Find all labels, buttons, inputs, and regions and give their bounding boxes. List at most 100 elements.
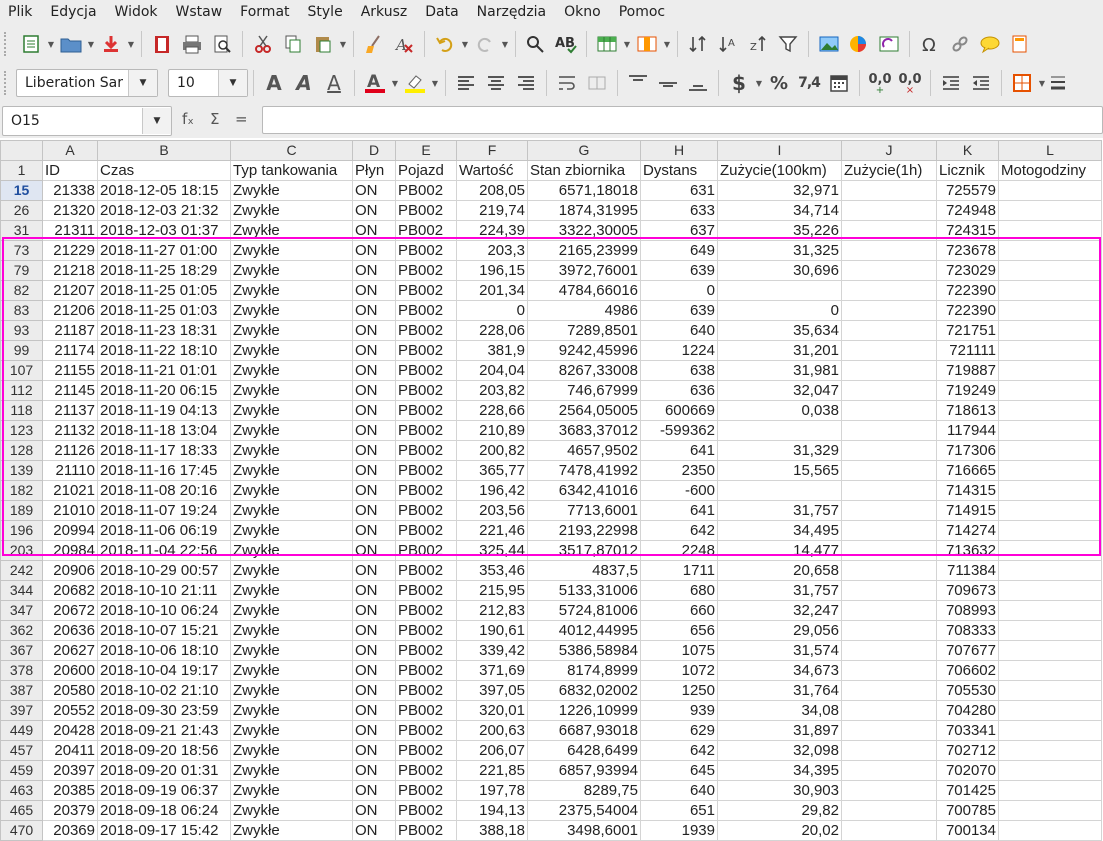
- cell[interactable]: 718613: [936, 400, 999, 421]
- cell[interactable]: PB002: [395, 280, 457, 301]
- cell[interactable]: 31,757: [717, 580, 842, 601]
- cell[interactable]: 117944: [936, 420, 999, 441]
- cell[interactable]: [998, 780, 1102, 801]
- cell[interactable]: ON: [352, 720, 396, 741]
- row-icon[interactable]: [592, 29, 622, 59]
- formula-icon[interactable]: =: [235, 110, 248, 128]
- cell[interactable]: 20682: [42, 580, 98, 601]
- cell[interactable]: 2018-12-05 18:15: [97, 180, 231, 201]
- cell[interactable]: 2018-11-06 06:19: [97, 520, 231, 541]
- cell[interactable]: 21174: [42, 340, 98, 361]
- cell[interactable]: 194,13: [456, 800, 528, 821]
- cell[interactable]: [998, 800, 1102, 821]
- select-all-corner[interactable]: [0, 140, 43, 161]
- cell[interactable]: ON: [352, 560, 396, 581]
- cell[interactable]: PB002: [395, 460, 457, 481]
- cell[interactable]: 1874,31995: [527, 200, 641, 221]
- cell[interactable]: ON: [352, 420, 396, 441]
- cell[interactable]: [998, 480, 1102, 501]
- cell[interactable]: 210,89: [456, 420, 528, 441]
- cell[interactable]: [998, 740, 1102, 761]
- clone-formatting-icon[interactable]: [359, 29, 389, 59]
- row-header[interactable]: 457: [0, 740, 43, 761]
- cell[interactable]: 645: [640, 760, 718, 781]
- cell[interactable]: [841, 620, 937, 641]
- cell[interactable]: [717, 420, 842, 441]
- row-header[interactable]: 83: [0, 300, 43, 321]
- hyperlink-icon[interactable]: [945, 29, 975, 59]
- cell[interactable]: 719249: [936, 380, 999, 401]
- cell[interactable]: [998, 560, 1102, 581]
- cell[interactable]: 641: [640, 440, 718, 461]
- cell[interactable]: 20627: [42, 640, 98, 661]
- cell[interactable]: 721111: [936, 340, 999, 361]
- decrease-indent-icon[interactable]: [966, 68, 996, 98]
- cell[interactable]: PB002: [395, 660, 457, 681]
- cell[interactable]: Zwykłe: [230, 220, 353, 241]
- open-folder-icon[interactable]: [56, 29, 86, 59]
- cell[interactable]: 203,3: [456, 240, 528, 261]
- cell[interactable]: ON: [352, 580, 396, 601]
- cell[interactable]: 196,42: [456, 480, 528, 501]
- cell[interactable]: 3972,76001: [527, 260, 641, 281]
- cell[interactable]: 21126: [42, 440, 98, 461]
- cell[interactable]: 208,05: [456, 180, 528, 201]
- wrap-text-icon[interactable]: [552, 68, 582, 98]
- cell[interactable]: ON: [352, 220, 396, 241]
- cell[interactable]: 29,82: [717, 800, 842, 821]
- cell[interactable]: ON: [352, 700, 396, 721]
- number-format-icon[interactable]: 7,4: [794, 68, 824, 98]
- cell[interactable]: 2018-10-07 15:21: [97, 620, 231, 641]
- cell[interactable]: 2018-11-16 17:45: [97, 460, 231, 481]
- cell[interactable]: 21311: [42, 220, 98, 241]
- cell[interactable]: 21132: [42, 420, 98, 441]
- cell[interactable]: [998, 700, 1102, 721]
- cell[interactable]: Zwykłe: [230, 300, 353, 321]
- cell[interactable]: PB002: [395, 340, 457, 361]
- cell[interactable]: 32,247: [717, 600, 842, 621]
- cell[interactable]: 31,325: [717, 240, 842, 261]
- cell[interactable]: 0,038: [717, 400, 842, 421]
- bold-icon[interactable]: A: [259, 68, 289, 98]
- cell[interactable]: 2018-11-19 04:13: [97, 400, 231, 421]
- print-icon[interactable]: [177, 29, 207, 59]
- align-left-icon[interactable]: [451, 68, 481, 98]
- cell[interactable]: PB002: [395, 640, 457, 661]
- print-preview-icon[interactable]: [207, 29, 237, 59]
- special-character-icon[interactable]: Ω: [915, 29, 945, 59]
- cell[interactable]: 640: [640, 780, 718, 801]
- cell[interactable]: 21229: [42, 240, 98, 261]
- cell[interactable]: PB002: [395, 800, 457, 821]
- cell[interactable]: 2018-11-25 18:29: [97, 260, 231, 281]
- borders-icon[interactable]: [1007, 68, 1037, 98]
- cell[interactable]: PB002: [395, 260, 457, 281]
- cell[interactable]: ON: [352, 280, 396, 301]
- function-wizard-icon[interactable]: fₓ: [182, 110, 194, 128]
- cell[interactable]: Zużycie(1h): [841, 160, 937, 181]
- cell[interactable]: 204,04: [456, 360, 528, 381]
- row-header[interactable]: 182: [0, 480, 43, 501]
- align-center-icon[interactable]: [481, 68, 511, 98]
- cell[interactable]: 706602: [936, 660, 999, 681]
- increase-indent-icon[interactable]: [936, 68, 966, 98]
- cell[interactable]: ON: [352, 480, 396, 501]
- cell[interactable]: [841, 520, 937, 541]
- cell[interactable]: -600: [640, 480, 718, 501]
- cell[interactable]: 637: [640, 220, 718, 241]
- cell[interactable]: Zwykłe: [230, 540, 353, 561]
- cell[interactable]: 2018-11-27 01:00: [97, 240, 231, 261]
- cell[interactable]: 633: [640, 200, 718, 221]
- cell[interactable]: [998, 500, 1102, 521]
- row-header[interactable]: 242: [0, 560, 43, 581]
- cell[interactable]: PB002: [395, 620, 457, 641]
- cell[interactable]: ON: [352, 360, 396, 381]
- column-header[interactable]: J: [841, 140, 937, 161]
- cell[interactable]: 21110: [42, 460, 98, 481]
- autofilter-icon[interactable]: [773, 29, 803, 59]
- row-header[interactable]: 31: [0, 220, 43, 241]
- cell[interactable]: 660: [640, 600, 718, 621]
- row-header[interactable]: 189: [0, 500, 43, 521]
- cell[interactable]: 2018-09-30 23:59: [97, 700, 231, 721]
- chevron-down-icon[interactable]: ▼: [460, 40, 470, 49]
- font-color-icon[interactable]: A: [360, 68, 390, 98]
